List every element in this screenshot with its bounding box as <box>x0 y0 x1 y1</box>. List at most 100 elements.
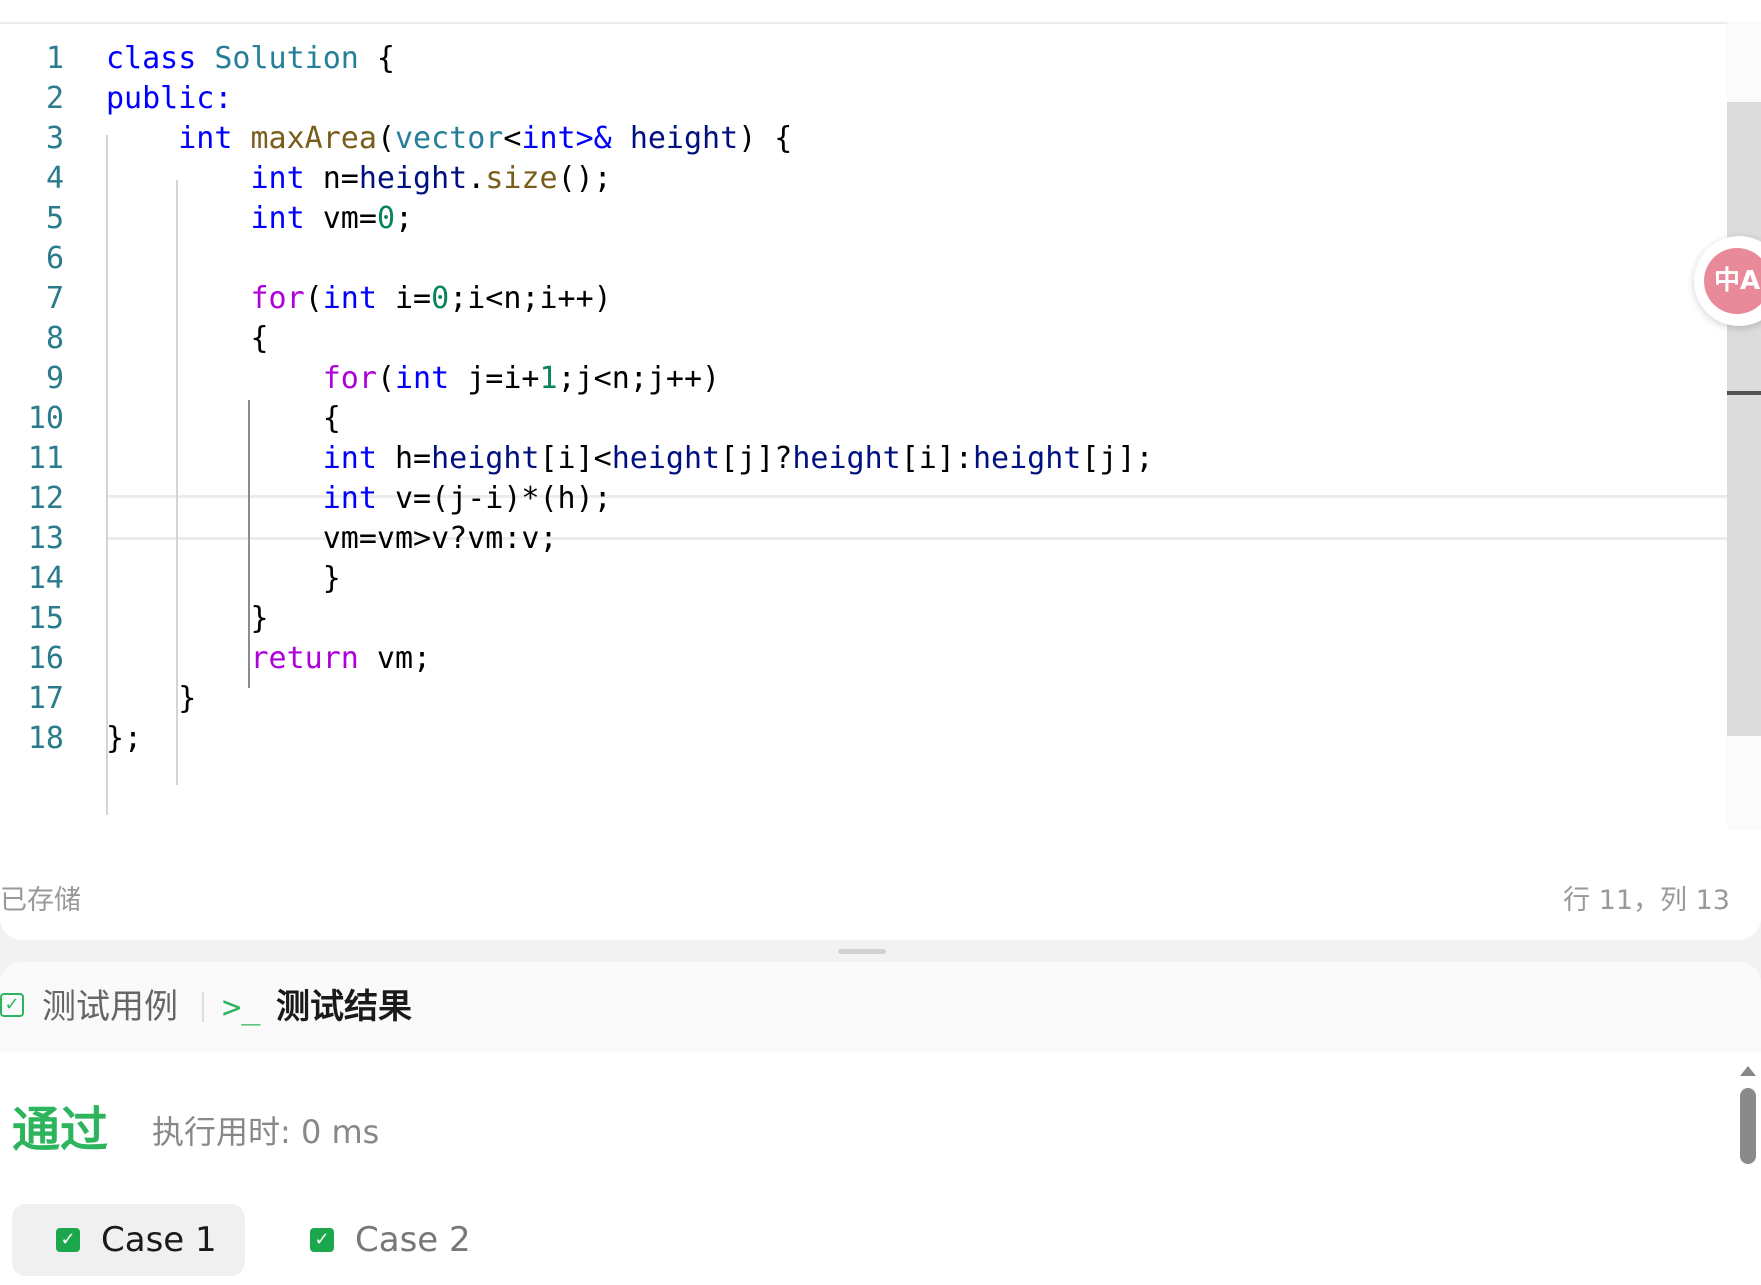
results-panel: ✓ 测试用例 >_ 测试结果 通过 执行用时: 0 ms ✓ Case 1 ✓ … <box>0 962 1761 1285</box>
scrollbar-cursor-marker <box>1727 391 1761 395</box>
case-2-button[interactable]: ✓ Case 2 <box>292 1204 492 1276</box>
line-code: }; <box>106 716 142 761</box>
code-token: return <box>250 641 359 676</box>
code-token: int <box>521 121 576 156</box>
code-token: int <box>322 281 377 316</box>
line-number: 11 <box>27 441 64 476</box>
code-area[interactable]: 1 class Solution {2 public: 3 int maxArea(v… <box>0 22 1727 830</box>
code-token: ( <box>376 121 395 156</box>
line-number: 3 <box>45 121 64 156</box>
code-line[interactable]: 3 int maxArea(vector<int>& height) { <box>0 116 1727 161</box>
code-token: >& <box>575 121 612 156</box>
code-token: int <box>322 481 377 516</box>
code-token: j=i+ <box>449 361 540 396</box>
line-number: 18 <box>27 721 64 756</box>
code-token: < <box>503 121 522 156</box>
code-line[interactable]: 17 } <box>0 676 1727 721</box>
code-token: } <box>106 681 197 716</box>
code-token: size <box>485 161 558 196</box>
code-line[interactable]: 2 public: <box>0 76 1727 121</box>
code-token: class <box>106 41 197 76</box>
code-token: ( <box>304 281 323 316</box>
line-number: 5 <box>45 201 64 236</box>
code-token: height <box>358 161 468 196</box>
code-line[interactable]: 16 return vm; <box>0 636 1727 681</box>
line-code: for(int j=i+1;j<n;j++) <box>106 356 720 401</box>
code-token: { <box>106 401 341 436</box>
code-editor-panel: 1 class Solution {2 public: 3 int maxArea(v… <box>0 0 1761 940</box>
tab-divider <box>202 992 204 1022</box>
code-line[interactable]: 10 { <box>0 396 1727 441</box>
code-line[interactable]: 15 } <box>0 596 1727 641</box>
code-token: height <box>629 121 739 156</box>
code-token: int <box>322 441 377 476</box>
code-token: 0 <box>376 201 395 236</box>
editor-scrollbar-thumb[interactable] <box>1727 102 1761 736</box>
line-number: 12 <box>27 481 64 516</box>
code-token: ( <box>376 361 395 396</box>
code-token: [j]? <box>720 441 793 476</box>
panel-resize-handle[interactable] <box>838 949 886 954</box>
code-token: ) { <box>738 121 793 156</box>
code-token: 1 <box>539 361 558 396</box>
scroll-up-arrow-icon[interactable] <box>1740 1066 1756 1076</box>
line-code: return vm; <box>106 636 432 681</box>
code-token: height <box>973 441 1082 476</box>
code-token: vector <box>395 121 504 156</box>
line-code: for(int i=0;i<n;i++) <box>106 276 612 321</box>
code-token: Solution <box>214 41 359 76</box>
line-number: 1 <box>45 41 64 76</box>
code-token: i= <box>376 281 432 316</box>
line-number: 7 <box>45 281 64 316</box>
code-line[interactable]: 4 int n=height.size(); <box>0 156 1727 201</box>
code-line[interactable]: 9 for(int j=i+1;j<n;j++) <box>0 356 1727 401</box>
line-number: 13 <box>27 521 64 556</box>
editor-top-bar <box>0 0 1761 24</box>
runtime-text: 执行用时: 0 ms <box>152 1113 380 1151</box>
code-line[interactable]: 11 int h=height[i]<height[j]?height[i]:h… <box>0 436 1727 481</box>
code-line[interactable]: 18}; <box>0 716 1727 761</box>
code-line[interactable]: 14 } <box>0 556 1727 601</box>
code-line[interactable]: 6 <box>0 236 1727 281</box>
code-token: public: <box>106 81 233 116</box>
line-code: public: <box>106 76 232 121</box>
code-token: }; <box>106 721 143 756</box>
code-token: ;i<n;i++) <box>449 281 612 316</box>
case-label: Case 2 <box>355 1220 471 1260</box>
code-token: h= <box>376 441 432 476</box>
check-icon: ✓ <box>310 1228 334 1252</box>
code-token: int <box>395 361 450 396</box>
code-token: [j]; <box>1081 441 1154 476</box>
line-code: vm=vm>v?vm:v; <box>106 516 558 561</box>
line-number: 16 <box>27 641 64 676</box>
code-token: for <box>322 361 377 396</box>
code-line[interactable]: 7 for(int i=0;i<n;i++) <box>0 276 1727 321</box>
line-number: 4 <box>45 161 64 196</box>
code-line[interactable]: 12 int v=(j-i)*(h); <box>0 476 1727 521</box>
code-line[interactable]: 1 class Solution { <box>0 36 1727 81</box>
code-token: vm=vm>v?vm:v; <box>106 521 558 556</box>
line-code: } <box>106 676 196 721</box>
cursor-position: 行 11，列 13 <box>1563 885 1730 916</box>
case-1-button[interactable]: ✓ Case 1 <box>12 1204 245 1276</box>
code-token: 0 <box>431 281 450 316</box>
line-code: int maxArea(vector<int>& height) { <box>106 116 792 161</box>
code-token: maxArea <box>250 121 377 156</box>
code-line[interactable]: 8 { <box>0 316 1727 361</box>
checkbox-icon: ✓ <box>0 993 24 1017</box>
line-number: 14 <box>27 561 64 596</box>
code-token: ; <box>395 201 414 236</box>
code-line[interactable]: 5 int vm=0; <box>0 196 1727 241</box>
code-line[interactable]: 13 vm=vm>v?vm:v; <box>0 516 1727 561</box>
results-scrollbar-thumb[interactable] <box>1740 1088 1756 1164</box>
code-token: height <box>792 441 901 476</box>
result-status: 通过 <box>12 1102 109 1158</box>
translate-icon: 中A <box>1704 248 1761 314</box>
